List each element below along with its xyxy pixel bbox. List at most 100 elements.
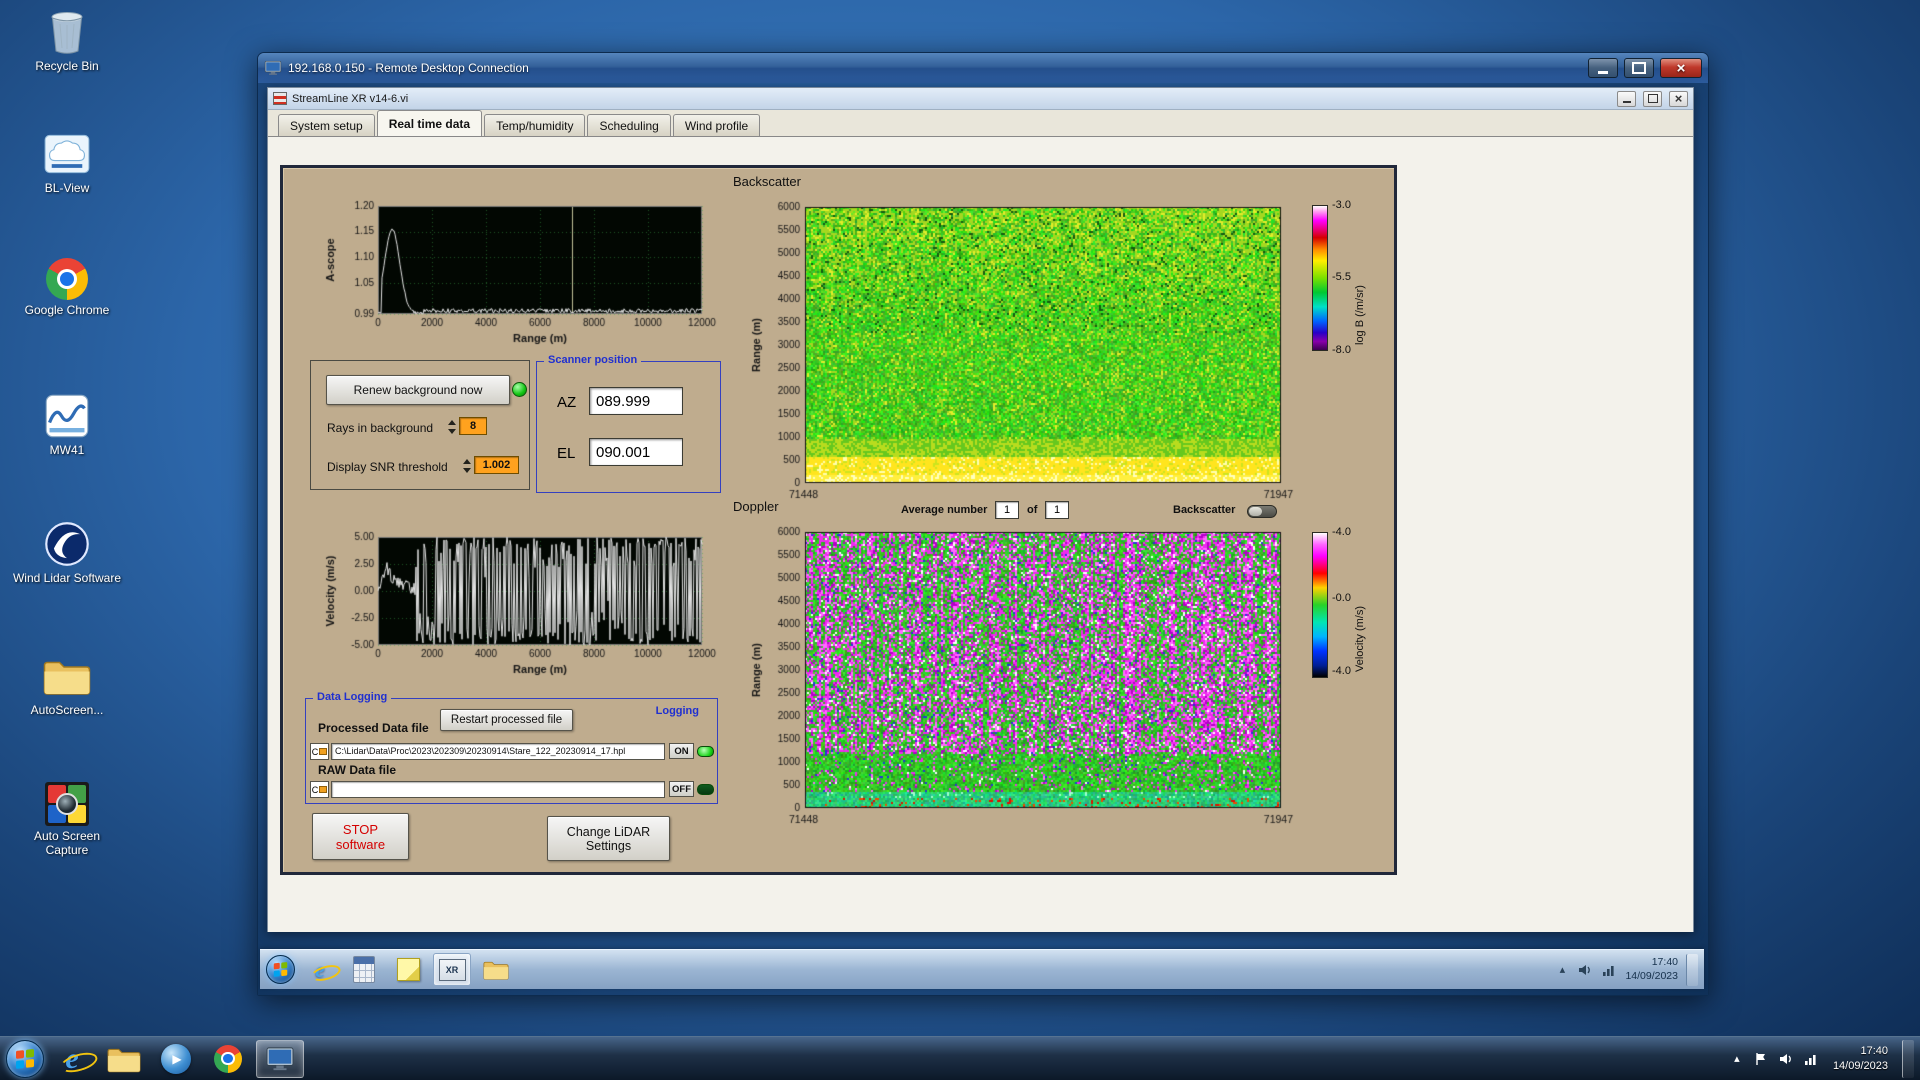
labview-vi-icon [273, 92, 287, 105]
windows-flag-icon [15, 1049, 35, 1069]
az-value[interactable]: 089.999 [589, 387, 683, 415]
renew-background-button[interactable]: Renew background now [326, 375, 510, 405]
internet-explorer-icon [315, 959, 325, 981]
tab-scheduling[interactable]: Scheduling [587, 114, 671, 136]
raw-logging-toggle[interactable]: OFF [669, 781, 714, 797]
volume-icon[interactable] [1577, 962, 1593, 978]
raw-path-input[interactable] [331, 781, 665, 798]
colorbar-tick: -0.0 [1332, 592, 1351, 604]
remote-desktop-icon [265, 1046, 295, 1072]
windows-flag-icon [273, 962, 288, 977]
tab-temp-humidity[interactable]: Temp/humidity [484, 114, 586, 136]
folder-icon [107, 1045, 141, 1073]
average-number-value[interactable]: 1 [995, 501, 1019, 519]
desktop: Recycle Bin BL-View Google Chrome MW41 W… [0, 0, 1920, 1080]
az-label: AZ [557, 394, 577, 411]
sticky-notes-icon [396, 958, 420, 981]
doppler-colorbar-label: Velocity (m/s) [1354, 605, 1366, 672]
remote-clock[interactable]: 17:40 14/09/2023 [1625, 956, 1678, 983]
hidden-icons-button[interactable] [1730, 1052, 1744, 1065]
media-player-icon [161, 1043, 191, 1074]
taskbar-rdp-session[interactable] [256, 1039, 304, 1078]
rays-spinner[interactable] [446, 418, 457, 436]
processed-logging-toggle[interactable]: ON [669, 743, 714, 759]
rays-in-background-label: Rays in background [327, 421, 434, 435]
change-lidar-settings-button[interactable]: Change LiDAR Settings [547, 816, 670, 861]
background-led [512, 382, 527, 397]
processed-drive-selector[interactable]: C [310, 743, 329, 760]
remote-taskbar-explorer[interactable] [477, 953, 515, 986]
tab-wind-profile[interactable]: Wind profile [672, 114, 761, 136]
remote-show-desktop-button[interactable] [1686, 953, 1698, 986]
network-icon[interactable] [1803, 1051, 1819, 1067]
app-maximize-button[interactable] [1643, 90, 1662, 107]
processed-path-input[interactable]: C:\Lidar\Data\Proc\2023\202309\20230914\… [331, 743, 665, 760]
network-icon[interactable] [1601, 962, 1617, 978]
show-desktop-button[interactable] [1902, 1039, 1914, 1078]
snr-threshold-label: Display SNR threshold [327, 460, 448, 474]
volume-icon[interactable] [1778, 1051, 1794, 1067]
app-titlebar[interactable]: StreamLine XR v14-6.vi [268, 88, 1693, 110]
start-button[interactable] [6, 1039, 44, 1078]
rdp-minimize-button[interactable] [1588, 58, 1618, 78]
tab-real-time-data[interactable]: Real time data [376, 110, 483, 136]
remote-clock-time: 17:40 [1651, 955, 1678, 968]
rays-value[interactable]: 8 [459, 417, 487, 435]
tab-content: Renew background now Rays in background … [268, 137, 1693, 932]
desktop-icon-autoscreen[interactable]: AutoScreen... [8, 652, 126, 717]
rdp-maximize-button[interactable] [1624, 58, 1654, 78]
el-label: EL [557, 445, 576, 462]
snr-value[interactable]: 1.002 [474, 456, 519, 474]
tab-bar: System setup Real time data Temp/humidit… [268, 110, 1693, 137]
desktop-icon-google-chrome[interactable]: Google Chrome [8, 258, 126, 317]
clock-date: 14/09/2023 [1832, 1059, 1888, 1072]
remote-taskbar-ie[interactable] [301, 953, 339, 986]
doppler-title: Doppler [733, 499, 779, 514]
restart-processed-button[interactable]: Restart processed file [440, 709, 573, 731]
tab-system-setup[interactable]: System setup [278, 114, 375, 136]
velocity-plot [312, 529, 718, 689]
colorbar-tick: -4.0 [1332, 665, 1351, 677]
remote-start-button[interactable] [266, 955, 295, 984]
desktop-icon-label: Auto Screen Capture [33, 829, 101, 858]
app-window: StreamLine XR v14-6.vi System setup Real… [267, 87, 1694, 932]
snr-spinner[interactable] [461, 457, 472, 475]
raw-drive-selector[interactable]: C [310, 781, 329, 798]
desktop-icon-recycle-bin[interactable]: Recycle Bin [8, 8, 126, 73]
backscatter-toggle-label: Backscatter [1173, 504, 1236, 516]
taskbar-explorer[interactable] [100, 1040, 148, 1078]
desktop-icon-mw41[interactable]: MW41 [8, 392, 126, 457]
stop-software-button[interactable]: STOP software [312, 813, 409, 860]
desktop-icon-bl-view[interactable]: BL-View [8, 130, 126, 195]
of-label: of [1027, 504, 1038, 516]
taskbar: 17:40 14/09/2023 [0, 1036, 1920, 1080]
action-center-flag-icon[interactable] [1753, 1051, 1769, 1067]
taskbar-media-player[interactable] [152, 1040, 200, 1078]
taskbar-clock[interactable]: 17:40 14/09/2023 [1828, 1044, 1893, 1073]
streamline-app-icon [438, 958, 466, 981]
internet-explorer-icon [65, 1044, 78, 1074]
desktop-icon-label: BL-View [44, 181, 90, 195]
recycle-bin-icon [51, 12, 83, 54]
taskbar-chrome[interactable] [204, 1040, 252, 1078]
desktop-icon-auto-screen-capture[interactable]: Auto Screen Capture [8, 782, 126, 857]
remote-taskbar-streamline-app[interactable] [433, 953, 471, 986]
logging-label: Logging [651, 705, 703, 717]
taskbar-ie[interactable] [48, 1040, 96, 1078]
calculator-icon [353, 956, 375, 983]
on-label: ON [669, 743, 694, 759]
app-minimize-button[interactable] [1617, 90, 1636, 107]
rdp-close-button[interactable] [1660, 58, 1702, 78]
el-value[interactable]: 090.001 [589, 438, 683, 466]
wind-lidar-icon [45, 522, 89, 566]
hidden-icons-button[interactable] [1555, 963, 1569, 976]
logging-off-led [697, 783, 714, 795]
backscatter-toggle[interactable] [1247, 505, 1277, 518]
remote-taskbar-sticky-notes[interactable] [389, 953, 427, 986]
desktop-icon-wind-lidar[interactable]: Wind Lidar Software [8, 520, 126, 585]
realtime-panel: Renew background now Rays in background … [280, 165, 1397, 875]
rdp-titlebar[interactable]: 192.168.0.150 - Remote Desktop Connectio… [258, 53, 1708, 83]
app-close-button[interactable] [1669, 90, 1688, 107]
remote-taskbar-calculator[interactable] [345, 953, 383, 986]
average-count-value[interactable]: 1 [1045, 501, 1069, 519]
